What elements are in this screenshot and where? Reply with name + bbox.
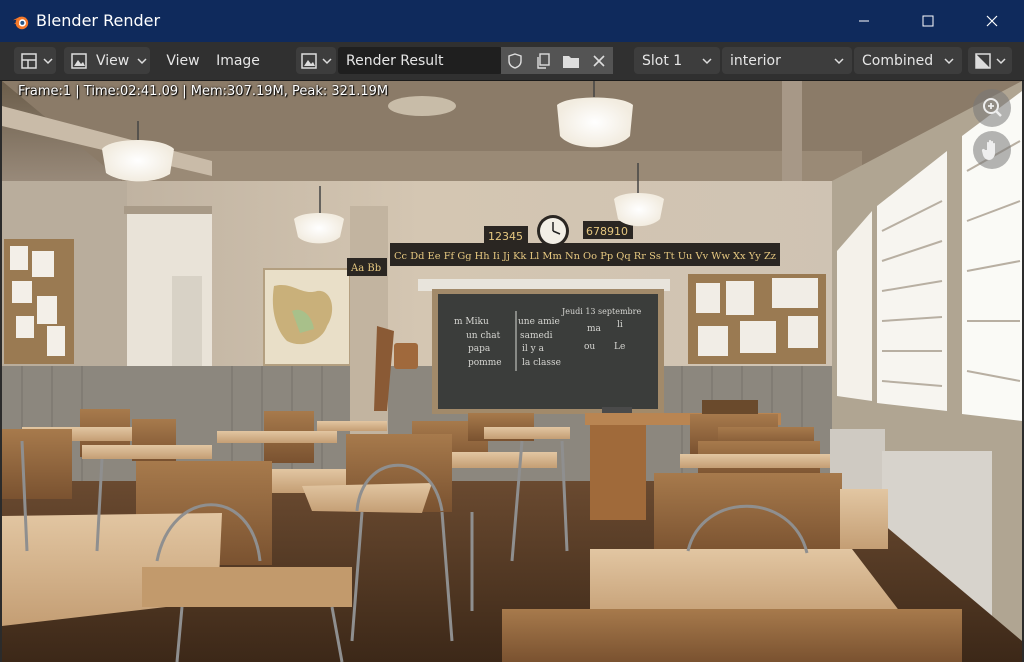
chevron-down-icon bbox=[944, 57, 954, 64]
blender-logo-icon bbox=[12, 16, 29, 30]
board-mid-1: une amie bbox=[518, 317, 560, 327]
slot-dropdown[interactable]: Slot 1 bbox=[634, 47, 720, 74]
render-result-image: Aa Bb Cc Dd Ee Ff Gg Hh Ii Jj Kk Ll Mm N… bbox=[2, 81, 1022, 662]
chevron-down-icon bbox=[996, 57, 1006, 64]
render-pass-dropdown[interactable]: Combined bbox=[854, 47, 962, 74]
zoom-icon bbox=[983, 98, 1002, 117]
board-left-2: un chat bbox=[466, 331, 501, 341]
view-layer-dropdown[interactable]: interior bbox=[722, 47, 852, 74]
new-image-button[interactable] bbox=[529, 47, 557, 74]
window-title: Blender Render bbox=[36, 11, 161, 30]
menu-view-label: View bbox=[166, 52, 200, 69]
board-word-2: li bbox=[617, 320, 623, 330]
maximize-icon bbox=[922, 15, 934, 27]
close-icon bbox=[593, 54, 605, 67]
image-view-icon bbox=[71, 52, 87, 69]
minimize-button[interactable] bbox=[832, 0, 896, 42]
render-stats: Frame:1 | Time:02:41.09 | Mem:307.19M, P… bbox=[18, 84, 389, 99]
display-channels-dropdown[interactable] bbox=[968, 47, 1012, 74]
duplicate-icon bbox=[537, 52, 550, 69]
board-word-1: ma bbox=[587, 324, 602, 334]
unlink-image-button[interactable] bbox=[585, 47, 613, 74]
alphabet-left: Aa Bb bbox=[350, 263, 381, 274]
board-date: Jeudi 13 septembre bbox=[561, 307, 641, 316]
fake-user-button[interactable] bbox=[501, 47, 529, 74]
view-mode-dropdown[interactable]: View bbox=[64, 47, 150, 74]
image-browse-dropdown[interactable] bbox=[296, 47, 336, 74]
hand-pan-icon bbox=[981, 139, 995, 160]
editor-type-dropdown[interactable] bbox=[14, 47, 56, 74]
chevron-down-icon bbox=[43, 57, 53, 64]
image-browse-icon bbox=[301, 52, 317, 69]
number-card-left: 12345 bbox=[488, 230, 523, 243]
board-left-1: m Miku bbox=[454, 317, 489, 327]
board-mid-3: il y a bbox=[522, 344, 545, 354]
menu-view[interactable]: View bbox=[160, 47, 206, 74]
close-icon bbox=[986, 15, 998, 27]
chevron-down-icon bbox=[322, 57, 332, 64]
view-layer-value: interior bbox=[730, 52, 781, 69]
slot-value: Slot 1 bbox=[642, 52, 683, 69]
render-pass-value: Combined bbox=[862, 52, 934, 69]
board-left-4: pomme bbox=[468, 358, 502, 368]
minimize-icon bbox=[859, 20, 869, 22]
image-editor-icon bbox=[21, 52, 37, 69]
board-word-3: ou bbox=[584, 342, 595, 352]
chevron-down-icon bbox=[137, 57, 147, 64]
menu-image-label: Image bbox=[216, 52, 260, 69]
maximize-button[interactable] bbox=[896, 0, 960, 42]
board-mid-4: la classe bbox=[522, 358, 561, 368]
image-name-value: Render Result bbox=[346, 52, 444, 69]
view-mode-label: View bbox=[96, 52, 130, 69]
display-channels-icon bbox=[975, 52, 991, 69]
shield-icon bbox=[508, 52, 522, 69]
number-card-right: 678910 bbox=[586, 225, 628, 238]
close-button[interactable] bbox=[960, 0, 1024, 42]
image-viewport[interactable]: Aa Bb Cc Dd Ee Ff Gg Hh Ii Jj Kk Ll Mm N… bbox=[0, 81, 1024, 662]
chevron-down-icon bbox=[702, 57, 712, 64]
board-mid-2: samedi bbox=[520, 331, 553, 341]
chevron-down-icon bbox=[834, 57, 844, 64]
alphabet-right: Cc Dd Ee Ff Gg Hh Ii Jj Kk Ll Mm Nn Oo P… bbox=[394, 251, 776, 262]
open-image-button[interactable] bbox=[557, 47, 585, 74]
image-name-field[interactable]: Render Result bbox=[338, 47, 502, 74]
image-editor-header: View View Image Render Result Slot 1 int… bbox=[0, 42, 1024, 81]
menu-image[interactable]: Image bbox=[210, 47, 266, 74]
blender-render-window: Blender Render View View Image Render Re… bbox=[0, 0, 1024, 662]
board-left-3: papa bbox=[468, 344, 491, 354]
title-bar: Blender Render bbox=[0, 0, 1024, 42]
folder-icon bbox=[563, 55, 579, 68]
board-word-4: Le bbox=[614, 342, 625, 352]
pan-button[interactable] bbox=[973, 131, 1011, 169]
zoom-button[interactable] bbox=[973, 89, 1011, 127]
